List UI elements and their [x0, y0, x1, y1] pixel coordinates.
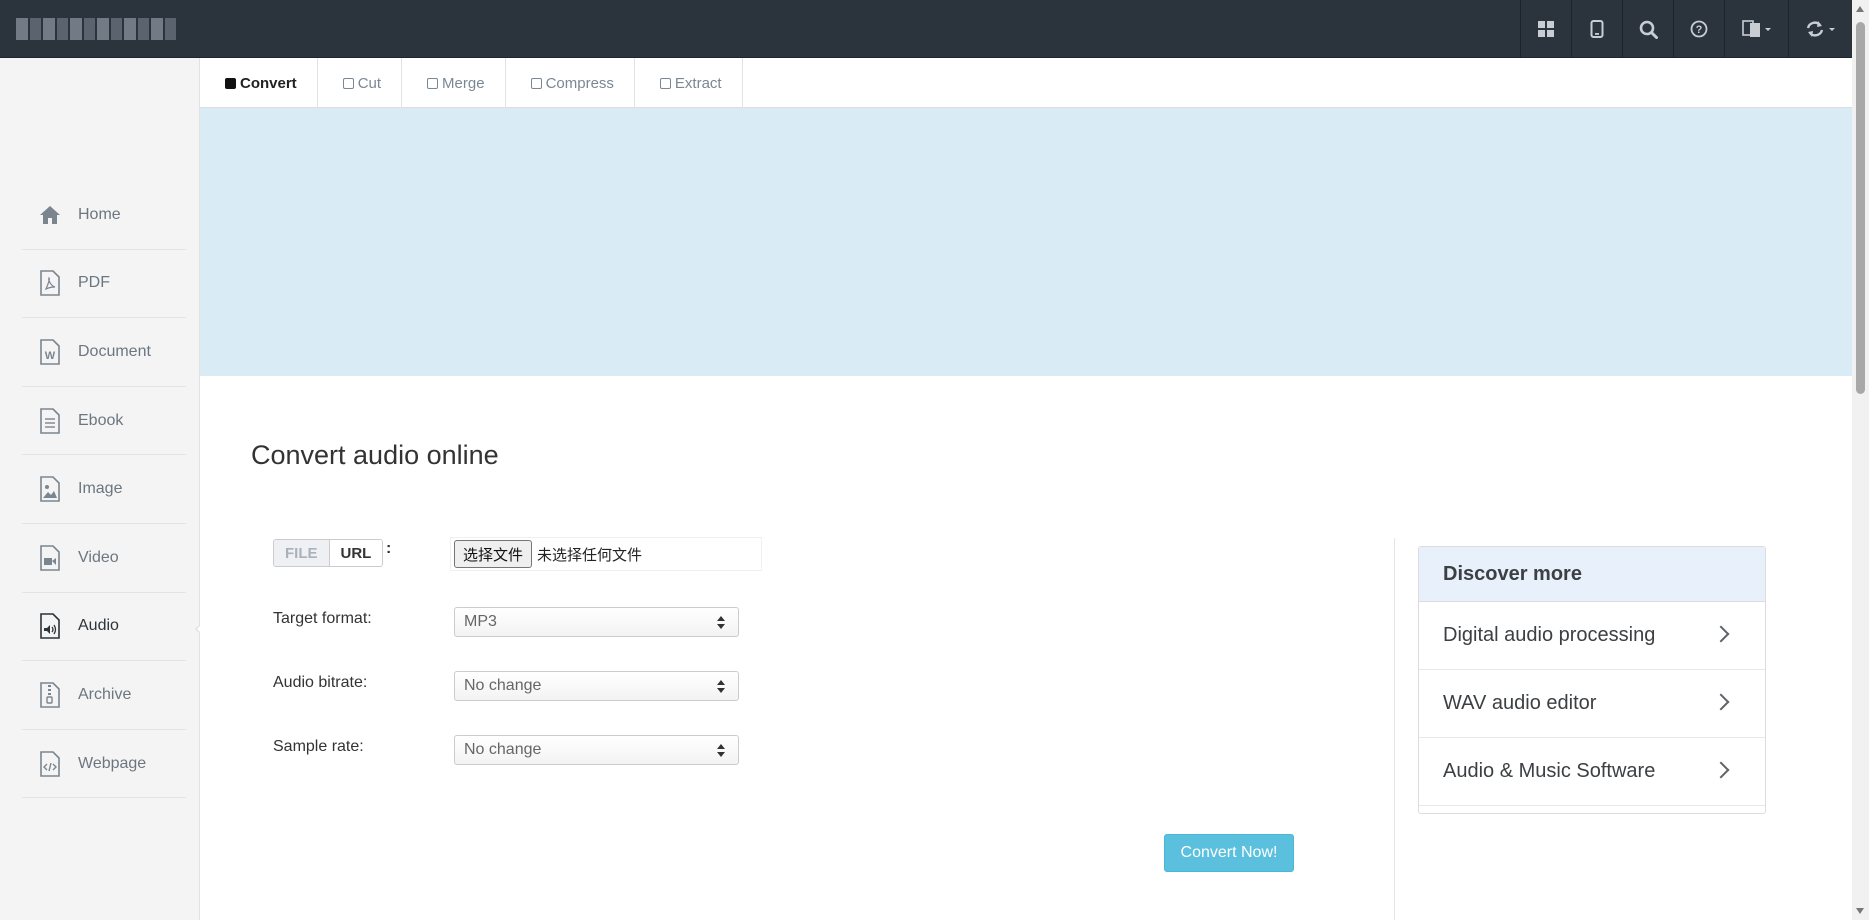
discover-more-panel: Discover more Digital audio processing W…: [1418, 546, 1766, 814]
checkbox-icon: [530, 77, 542, 89]
discover-link[interactable]: WAV audio editor: [1419, 670, 1765, 738]
tab-extract[interactable]: Extract: [635, 58, 743, 108]
code-file-icon: [36, 750, 64, 778]
sidebar-item-document[interactable]: W Document: [22, 318, 186, 387]
column-divider: [1394, 538, 1395, 920]
help-icon: ?: [1690, 20, 1708, 38]
checkbox-icon: [427, 77, 439, 89]
sample-rate-select[interactable]: No change: [454, 735, 739, 765]
page-title: Convert audio online: [251, 440, 499, 470]
tablet-icon: [1590, 20, 1604, 38]
file-input[interactable]: 选择文件 未选择任何文件: [450, 537, 762, 571]
refresh-icon: [1806, 21, 1835, 37]
discover-link[interactable]: Digital audio processing: [1419, 602, 1765, 670]
tab-convert[interactable]: Convert: [200, 58, 318, 108]
tab-cut[interactable]: Cut: [318, 58, 403, 108]
svg-text:W: W: [45, 350, 56, 362]
video-file-icon: [36, 544, 64, 572]
home-icon: [36, 201, 64, 229]
sidebar-item-label: PDF: [78, 274, 110, 292]
choose-file-button[interactable]: 选择文件: [454, 540, 533, 568]
discover-link-label: Digital audio processing: [1443, 624, 1656, 646]
sidebar-item-label: Archive: [78, 685, 132, 703]
tool-tabs: Convert Cut Merge Compress Extract: [200, 58, 1852, 108]
apps-grid-button[interactable]: [1520, 0, 1571, 58]
chevron-right-icon: [1712, 761, 1730, 779]
archive-file-icon: [36, 681, 64, 709]
sidebar-item-label: Webpage: [78, 754, 147, 772]
ebook-file-icon: [36, 407, 64, 435]
scrollbar-thumb[interactable]: [1856, 22, 1865, 394]
discover-link[interactable]: Audio & Music Software: [1419, 738, 1765, 806]
sample-rate-label: Sample rate:: [273, 738, 364, 755]
sidebar-item-home[interactable]: Home: [22, 181, 186, 250]
tablet-button[interactable]: [1571, 0, 1622, 58]
language-icon: [1741, 20, 1771, 37]
search-button[interactable]: [1622, 0, 1673, 58]
select-arrows-icon: [717, 680, 725, 694]
audio-bitrate-value: No change: [464, 677, 542, 694]
sidebar-item-label: Ebook: [78, 411, 124, 429]
svg-text:?: ?: [1696, 24, 1703, 36]
discover-link-label: Audio & Music Software: [1443, 760, 1656, 782]
sample-rate-value: No change: [464, 741, 542, 758]
image-file-icon: [36, 475, 64, 503]
source-switch: FILE URL: [273, 539, 384, 567]
apps-grid-icon: [1538, 21, 1554, 37]
audio-bitrate-select[interactable]: No change: [454, 671, 739, 701]
sidebar-item-label: Document: [78, 342, 151, 360]
site-logo[interactable]: [16, 18, 176, 40]
tab-label: Merge: [442, 74, 485, 92]
word-file-icon: W: [36, 338, 64, 366]
help-button[interactable]: ?: [1673, 0, 1724, 58]
sidebar-item-webpage[interactable]: Webpage: [22, 730, 186, 799]
vertical-scrollbar[interactable]: [1852, 0, 1869, 920]
target-format-label: Target format:: [273, 610, 372, 627]
audio-file-icon: [36, 612, 64, 640]
language-dropdown[interactable]: [1724, 0, 1788, 58]
chevron-right-icon: [1712, 625, 1730, 643]
target-format-value: MP3: [464, 613, 497, 630]
sidebar-item-audio[interactable]: Audio: [22, 593, 209, 662]
source-colon: :: [386, 540, 392, 557]
checkbox-icon: [225, 77, 236, 89]
ad-banner: [200, 108, 1852, 376]
tab-label: Convert: [240, 74, 297, 92]
sidebar-item-image[interactable]: Image: [22, 455, 186, 524]
select-arrows-icon: [717, 616, 725, 630]
file-source-button[interactable]: FILE: [274, 540, 330, 566]
url-source-button[interactable]: URL: [329, 540, 383, 566]
refresh-dropdown[interactable]: [1788, 0, 1852, 58]
sidebar-item-label: Audio: [78, 617, 119, 635]
chevron-right-icon: [1712, 693, 1730, 711]
sidebar-item-archive[interactable]: Archive: [22, 661, 186, 730]
sidebar-item-label: Image: [78, 480, 123, 498]
tab-merge[interactable]: Merge: [402, 58, 506, 108]
sidebar-item-label: Video: [78, 548, 119, 566]
audio-bitrate-label: Audio bitrate:: [273, 674, 368, 691]
tab-label: Cut: [357, 74, 382, 92]
tab-compress[interactable]: Compress: [506, 58, 635, 108]
tab-label: Compress: [545, 74, 614, 92]
search-icon: [1639, 20, 1658, 39]
sidebar-item-label: Home: [78, 205, 121, 223]
sidebar-item-ebook[interactable]: Ebook: [22, 387, 186, 456]
file-status: 未选择任何文件: [537, 546, 643, 564]
checkbox-icon: [659, 77, 671, 89]
tab-label: Extract: [674, 74, 722, 92]
target-format-select[interactable]: MP3: [454, 607, 739, 637]
convert-now-button[interactable]: Convert Now!: [1164, 834, 1294, 872]
select-arrows-icon: [717, 744, 725, 758]
top-navbar: ?: [0, 0, 1852, 58]
sidebar-item-video[interactable]: Video: [22, 524, 186, 593]
sidebar-item-pdf[interactable]: PDF: [22, 250, 186, 319]
pdf-file-icon: [36, 269, 64, 297]
discover-more-title: Discover more: [1419, 547, 1765, 602]
discover-link-label: WAV audio editor: [1443, 692, 1597, 714]
scroll-down-arrow-icon[interactable]: [1856, 908, 1864, 914]
scroll-up-arrow-icon[interactable]: [1856, 6, 1864, 12]
checkbox-icon: [342, 77, 354, 89]
category-sidebar: Home PDF W Document Ebook Image Video Au…: [0, 58, 209, 920]
